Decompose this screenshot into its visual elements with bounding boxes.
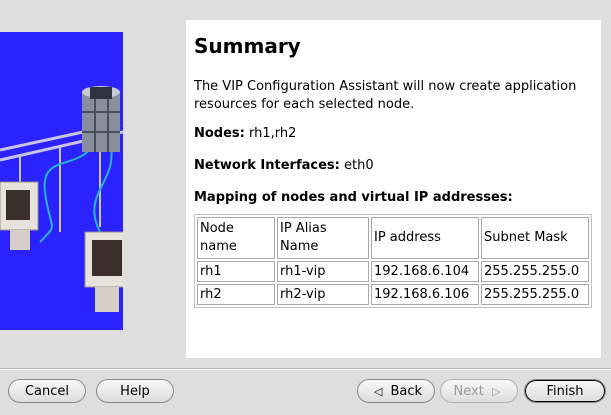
illustration-panel xyxy=(0,32,123,330)
network-interfaces-value: eth0 xyxy=(344,158,374,173)
table-header-row: Node name IP Alias Name IP address Subne… xyxy=(197,217,589,259)
finish-button-label: Finish xyxy=(546,384,584,399)
back-button-label: Back xyxy=(390,384,423,399)
intro-text: The VIP Configuration Assistant will now… xyxy=(194,79,577,112)
table-cell: 255.255.255.0 xyxy=(481,284,589,305)
table-cell: rh1 xyxy=(197,261,275,282)
vip-mapping-table: Node name IP Alias Name IP address Subne… xyxy=(194,214,592,308)
next-button-label: Next xyxy=(453,384,484,399)
help-button-label: Help xyxy=(120,384,150,399)
nodes-label: Nodes: xyxy=(194,126,245,141)
chevron-right-icon: ▷ xyxy=(491,385,501,398)
cancel-button-label: Cancel xyxy=(24,384,70,399)
table-cell: rh1-vip xyxy=(277,261,369,282)
help-button[interactable]: Help xyxy=(96,379,174,403)
network-illustration-icon xyxy=(0,32,123,330)
chevron-left-icon: ◁ xyxy=(373,385,383,398)
summary-panel: Summary The VIP Configuration Assistant … xyxy=(186,20,601,358)
nodes-value: rh1,rh2 xyxy=(249,126,297,141)
back-button[interactable]: ◁ Back xyxy=(357,379,435,403)
table-cell: rh2 xyxy=(197,284,275,305)
mapping-heading: Mapping of nodes and virtual IP addresse… xyxy=(194,190,513,205)
network-interfaces-field: Network Interfaces: eth0 xyxy=(194,158,374,173)
page-title: Summary xyxy=(194,34,301,58)
nodes-field: Nodes: rh1,rh2 xyxy=(194,126,296,141)
cancel-button[interactable]: Cancel xyxy=(8,379,86,403)
table-cell: 255.255.255.0 xyxy=(481,261,589,282)
finish-button[interactable]: Finish xyxy=(524,379,606,403)
network-interfaces-label: Network Interfaces: xyxy=(194,158,340,173)
column-header-ip-alias-name: IP Alias Name xyxy=(277,217,369,259)
table-cell: 192.168.6.104 xyxy=(371,261,479,282)
button-bar-separator xyxy=(0,368,611,370)
next-button[interactable]: Next ▷ xyxy=(440,379,518,403)
table-row: rh1 rh1-vip 192.168.6.104 255.255.255.0 xyxy=(197,261,589,282)
column-header-ip-address: IP address xyxy=(371,217,479,259)
table-cell: rh2-vip xyxy=(277,284,369,305)
table-row: rh2 rh2-vip 192.168.6.106 255.255.255.0 xyxy=(197,284,589,305)
column-header-subnet-mask: Subnet Mask xyxy=(481,217,589,259)
column-header-node-name: Node name xyxy=(197,217,275,259)
table-cell: 192.168.6.106 xyxy=(371,284,479,305)
